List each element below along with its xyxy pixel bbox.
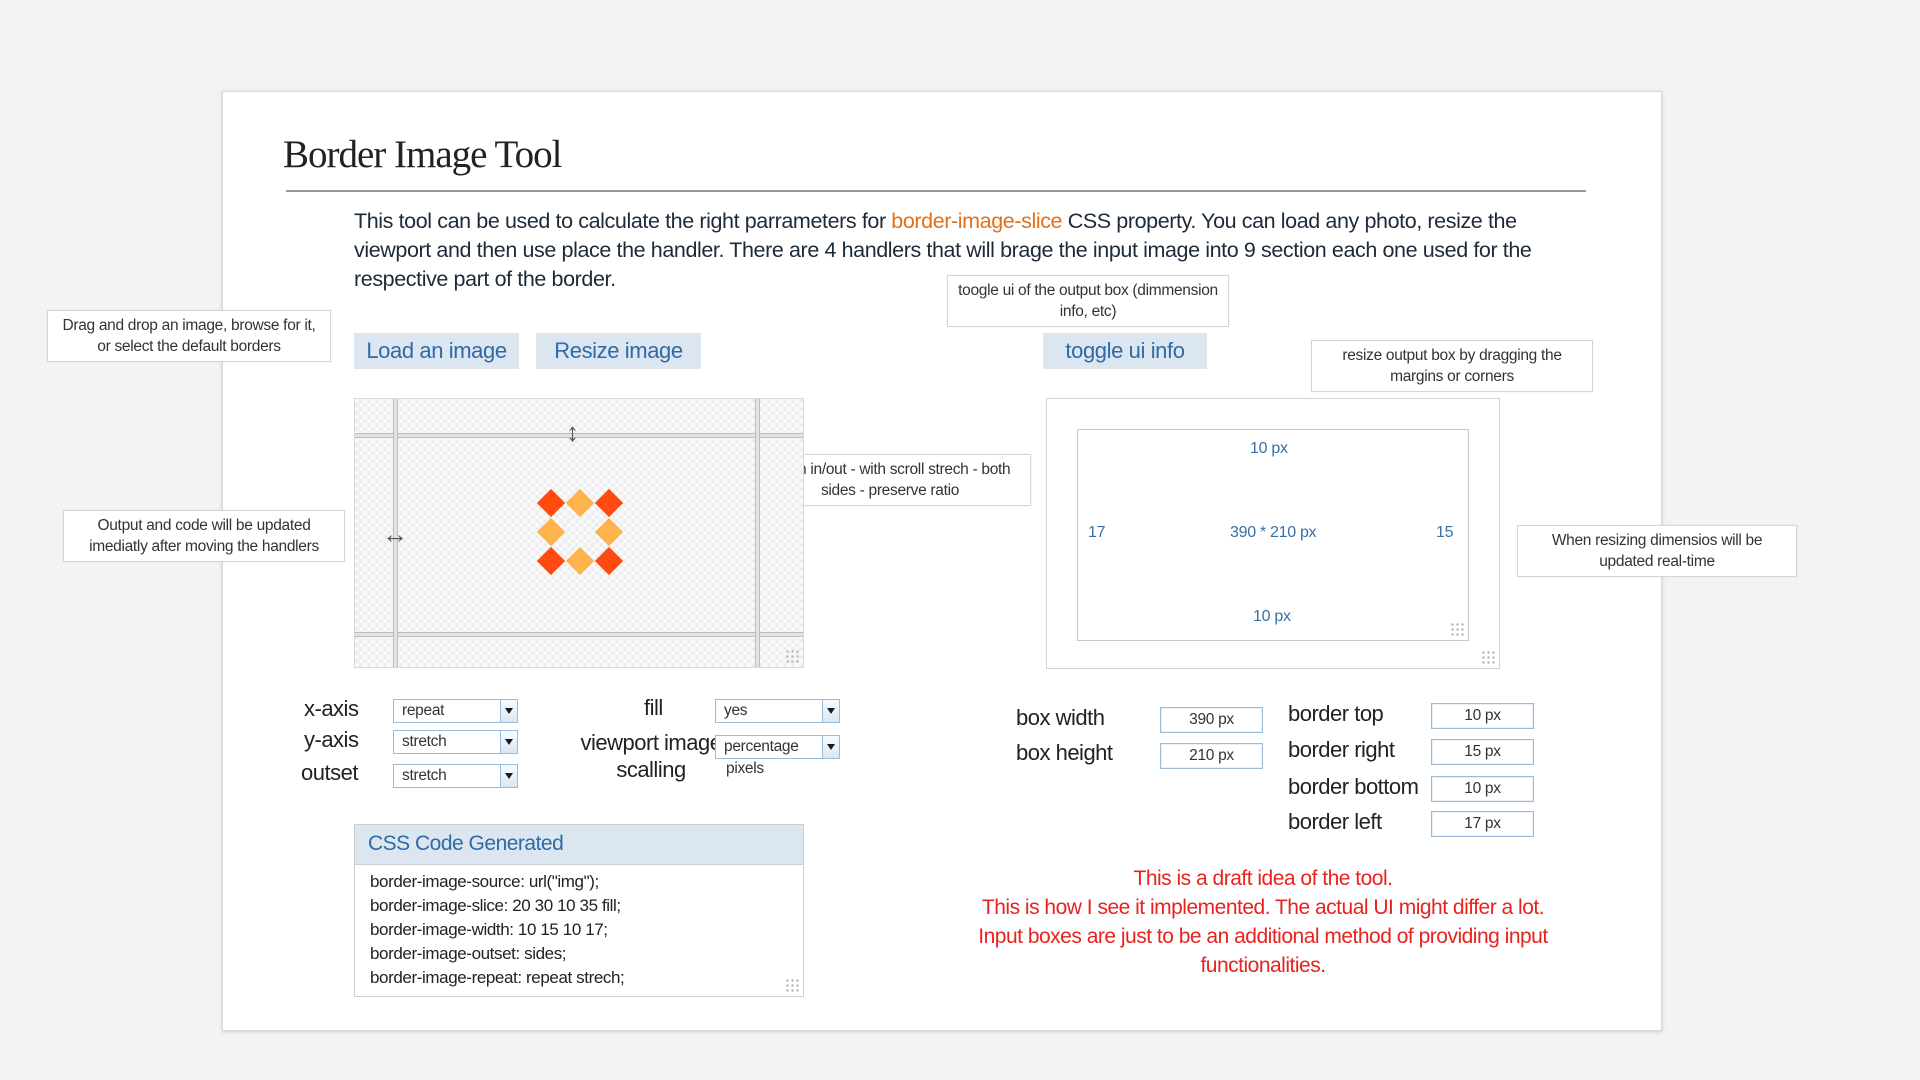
viewport-scaling-option-pixels[interactable]: pixels (726, 760, 764, 778)
x-axis-select[interactable]: repeat (393, 699, 518, 723)
chevron-down-icon[interactable] (500, 700, 517, 722)
y-axis-label: y-axis (304, 727, 359, 752)
chevron-down-icon[interactable] (822, 700, 839, 722)
output-box-frame[interactable]: 10 px 10 px 17 15 390 * 210 px (1046, 398, 1500, 669)
draft-note-line: This is a draft idea of the tool. (1133, 867, 1393, 890)
border-left-input[interactable]: 17 px (1431, 811, 1534, 837)
outer-resize-grip-icon[interactable] (1481, 650, 1495, 664)
toggle-ui-info-button[interactable]: toggle ui info (1043, 333, 1207, 369)
viewport-scaling-selected: percentage (724, 738, 799, 755)
box-height-input[interactable]: 210 px (1160, 743, 1263, 769)
vertical-resize-arrow-icon[interactable]: ↕ (566, 419, 579, 445)
intro-property-name: border-image-slice (891, 209, 1063, 233)
page-title: Border Image Tool (283, 133, 562, 176)
image-viewport[interactable]: ↕ ↔ (354, 398, 804, 668)
draft-note-line: Input boxes are just to be an additional… (978, 925, 1548, 977)
css-code-line: border-image-slice: 20 30 10 35 fill; (370, 896, 621, 915)
title-divider (286, 190, 1586, 192)
css-code-body: border-image-source: url("img"); border-… (355, 865, 803, 990)
slice-handle-right[interactable] (755, 399, 760, 667)
outset-select[interactable]: stretch (393, 764, 518, 788)
slice-handle-top[interactable] (355, 433, 803, 438)
css-code-line: border-image-source: url("img"); (370, 872, 599, 891)
pattern-diamond (594, 517, 624, 547)
intro-text-start: This tool can be used to calculate the r… (354, 209, 892, 233)
inner-resize-grip-icon[interactable] (1450, 622, 1464, 636)
fill-label: fill (644, 695, 663, 720)
pattern-diamond (536, 517, 566, 547)
horizontal-resize-arrow-icon[interactable]: ↔ (382, 521, 408, 547)
viewport-scaling-label-line2: scalling (616, 757, 686, 782)
resize-image-button[interactable]: Resize image (536, 333, 701, 369)
output-box[interactable]: 10 px 10 px 17 15 390 * 210 px (1077, 429, 1469, 641)
box-height-label: box height (1016, 740, 1113, 765)
output-bottom-value: 10 px (1253, 608, 1291, 625)
draft-note-line: This is how I see it implemented. The ac… (981, 896, 1545, 919)
border-right-label: border right (1288, 737, 1395, 762)
load-image-button[interactable]: Load an image (354, 333, 519, 369)
fill-selected: yes (724, 702, 748, 719)
border-right-input[interactable]: 15 px (1431, 739, 1534, 765)
outset-label: outset (301, 760, 358, 785)
box-width-label: box width (1016, 705, 1105, 730)
x-axis-label: x-axis (304, 696, 359, 721)
note-when-resizing: When resizing dimensios will be updated … (1517, 525, 1797, 577)
pattern-diamond (594, 546, 624, 576)
border-bottom-label: border bottom (1288, 774, 1419, 799)
x-axis-selected: repeat (402, 702, 445, 719)
pattern-diamond (565, 488, 595, 518)
output-top-value: 10 px (1250, 440, 1288, 457)
css-code-panel[interactable]: CSS Code Generated border-image-source: … (354, 824, 804, 997)
css-code-line: border-image-outset: sides; (370, 944, 567, 963)
chevron-down-icon[interactable] (500, 765, 517, 787)
chevron-down-icon[interactable] (822, 736, 839, 758)
border-top-input[interactable]: 10 px (1431, 703, 1534, 729)
code-resize-grip-icon[interactable] (785, 978, 799, 992)
draft-note: This is a draft idea of the tool. This i… (923, 864, 1603, 980)
border-left-label: border left (1288, 809, 1382, 834)
note-resize-output: resize output box by dragging the margin… (1311, 340, 1593, 392)
resize-grip-icon[interactable] (785, 649, 799, 663)
note-output-updated: Output and code will be updated imediatl… (63, 510, 345, 562)
border-top-label: border top (1288, 701, 1384, 726)
viewport-scaling-select[interactable]: percentage (715, 735, 840, 759)
output-right-value: 15 (1436, 524, 1454, 541)
chevron-down-icon[interactable] (500, 731, 517, 753)
note-toggle-ui: toogle ui of the output box (dimmension … (947, 275, 1229, 327)
output-left-value: 17 (1088, 524, 1106, 541)
pattern-diamond (536, 488, 566, 518)
pattern-diamond (594, 488, 624, 518)
output-dimensions: 390 * 210 px (1230, 524, 1317, 541)
css-code-line: border-image-repeat: repeat strech; (370, 968, 625, 987)
border-bottom-input[interactable]: 10 px (1431, 776, 1534, 802)
pattern-diamond (536, 546, 566, 576)
y-axis-select[interactable]: stretch (393, 730, 518, 754)
css-code-header: CSS Code Generated (355, 825, 803, 865)
outset-selected: stretch (402, 767, 447, 784)
css-code-line: border-image-width: 10 15 10 17; (370, 920, 608, 939)
slice-handle-bottom[interactable] (355, 632, 803, 637)
fill-select[interactable]: yes (715, 699, 840, 723)
box-width-input[interactable]: 390 px (1160, 707, 1263, 733)
tool-sheet: Border Image Tool This tool can be used … (47, 91, 1797, 1031)
y-axis-selected: stretch (402, 733, 447, 750)
note-drag-drop: Drag and drop an image, browse for it, o… (47, 310, 331, 362)
pattern-diamond (565, 546, 595, 576)
